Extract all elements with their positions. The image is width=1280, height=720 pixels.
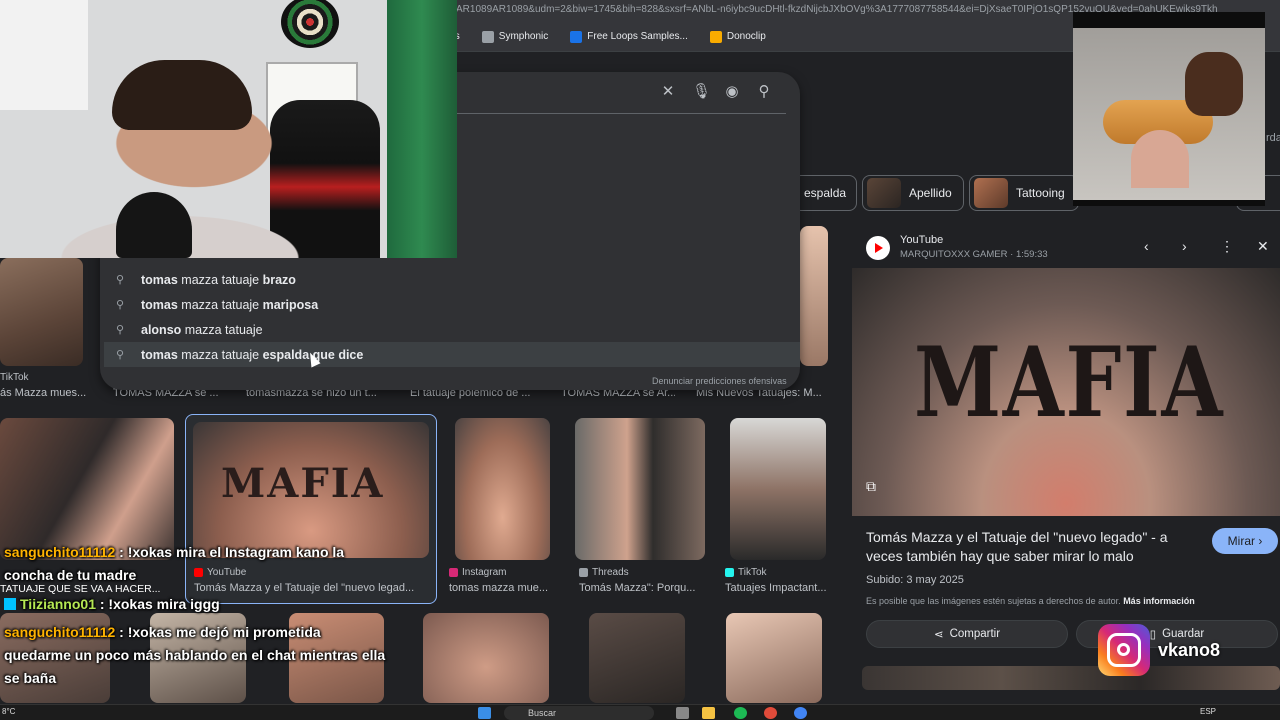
microphone: [116, 192, 192, 258]
next-icon[interactable]: ›: [1182, 238, 1187, 254]
related-strip: [862, 666, 1280, 690]
tattoo-text: MAFIA: [914, 326, 1225, 439]
image-tile[interactable]: [0, 418, 174, 560]
chip-apellido[interactable]: Apellido: [862, 175, 964, 211]
watch-button[interactable]: Mirar ›: [1212, 528, 1278, 554]
chat-message: se baña: [4, 670, 57, 686]
image-tile[interactable]: [589, 613, 685, 703]
panel-title[interactable]: Tomás Mazza y el Tatuaje del "nuevo lega…: [866, 528, 1196, 566]
prev-icon[interactable]: ‹: [1144, 238, 1149, 254]
chat-message: sanguchito11112 : !xokas mira el Instagr…: [4, 544, 345, 560]
image-caption[interactable]: Tomás Mazza": Porqu...: [579, 582, 705, 594]
image-tile[interactable]: MAFIA: [193, 422, 429, 558]
free-loops-icon: [570, 30, 583, 43]
search-icon: ⚲: [116, 274, 125, 286]
dog: [1185, 52, 1243, 116]
close-icon[interactable]: ✕: [1257, 238, 1269, 255]
bookmark-symphonic[interactable]: Symphonic: [481, 30, 548, 43]
instagram-icon: [449, 568, 458, 577]
suggestion-item-highlighted[interactable]: ⚲ tomas mazza tatuaje espalda que dice: [104, 342, 800, 367]
chat-message: sanguchito11112 : !xokas me dejó mi prom…: [4, 624, 321, 640]
windows-start-icon[interactable]: [478, 707, 491, 719]
symphonic-icon: [481, 30, 494, 43]
threads-icon: [579, 568, 588, 577]
image-source: YouTube: [194, 567, 246, 578]
mic-icon[interactable]: 🎙: [692, 82, 711, 100]
app-icon[interactable]: [764, 707, 777, 719]
image-source: Instagram: [449, 567, 506, 578]
search-icon: ⚲: [116, 324, 125, 336]
image-tile[interactable]: [726, 613, 822, 703]
panel-source[interactable]: YouTube: [900, 234, 943, 246]
image-source: TikTok: [725, 567, 767, 578]
search-icon: ⚲: [116, 349, 125, 361]
chat-message: Tiizianno01 : !xokas mira iggg: [4, 596, 220, 612]
bookmark-free-loops[interactable]: Free Loops Samples...: [570, 30, 688, 43]
image-caption[interactable]: Tomás Mazza y el Tatuaje del "nuevo lega…: [194, 582, 430, 594]
image-tile[interactable]: [455, 418, 550, 560]
image-tile[interactable]: [423, 613, 549, 703]
image-tile[interactable]: [730, 418, 826, 560]
chip-thumbnail: [867, 178, 901, 208]
image-source: TikTok: [0, 372, 29, 383]
dog-image-inset: [1073, 12, 1265, 206]
preview-image[interactable]: MAFIA: [852, 268, 1280, 516]
chip-espalda[interactable]: espalda: [793, 175, 857, 211]
rights-notice: Es posible que las imágenes estén sujeta…: [866, 596, 1195, 606]
search-icon: ⚲: [116, 299, 125, 311]
bookmark-donoclip[interactable]: Donoclip: [709, 30, 766, 43]
weather-widget[interactable]: 8°C: [2, 707, 15, 716]
image-caption[interactable]: Tatuajes Impactant...: [725, 582, 829, 594]
suggestion-item[interactable]: ⚲ tomas mazza tatuaje brazo: [104, 267, 800, 292]
lens-icon[interactable]: ⧉: [866, 478, 892, 500]
suggestion-item[interactable]: ⚲ alonso mazza tatuaje: [104, 317, 800, 342]
instagram-handle: vkano8: [1158, 640, 1221, 660]
search-icon[interactable]: ⚲: [756, 82, 772, 100]
upload-date: Subido: 3 may 2025: [866, 574, 964, 586]
task-view-icon[interactable]: [676, 707, 689, 719]
image-tile[interactable]: [0, 258, 83, 366]
bookmark-icon: ▯: [1149, 629, 1157, 641]
chip-thumbnail: [974, 178, 1008, 208]
chrome-icon[interactable]: [794, 707, 807, 719]
close-icon[interactable]: ✕: [660, 82, 676, 100]
taskbar-search[interactable]: Buscar: [504, 706, 654, 720]
suggestion-item[interactable]: ⚲ tomas mazza tatuaje mariposa: [104, 292, 800, 317]
panel-channel-meta: MARQUITOXXX GAMER · 1:59:33: [900, 249, 1048, 260]
image-caption[interactable]: ás Mazza mues...: [0, 387, 95, 399]
youtube-icon: [866, 236, 890, 260]
door: [387, 0, 457, 258]
video-caption-partial: TATUAJE QUE SE VA A HACER...: [0, 583, 161, 595]
more-options-icon[interactable]: ⋮: [1220, 238, 1234, 255]
youtube-icon: [194, 568, 203, 577]
instagram-icon: [1098, 624, 1150, 676]
language-indicator[interactable]: ESP: [1200, 707, 1216, 716]
camera-lens-icon[interactable]: ◉: [724, 82, 740, 100]
hair: [112, 60, 252, 130]
share-button[interactable]: ⋖ Compartir: [866, 620, 1068, 648]
hand: [1131, 130, 1189, 188]
file-explorer-icon[interactable]: [702, 707, 715, 719]
chat-message: quedarme un poco más hablando en el chat…: [4, 647, 386, 663]
tiktok-icon: [725, 568, 734, 577]
edge-label: rda: [1266, 132, 1280, 144]
tattoo-text: MAFIA: [221, 460, 385, 507]
dartboard: [281, 0, 339, 48]
image-caption[interactable]: tomas mazza mue...: [449, 582, 559, 594]
share-icon: ⋖: [933, 629, 944, 641]
search-actions: ✕ 🎙 ◉ ⚲: [660, 82, 772, 100]
image-source: Threads: [579, 567, 629, 578]
chat-badge-icon: [4, 598, 16, 610]
more-info-link[interactable]: Más información: [1123, 596, 1195, 606]
chip-tattooing[interactable]: Tattooing: [969, 175, 1079, 211]
chat-message: concha de tu madre: [4, 567, 137, 583]
image-tile[interactable]: [800, 226, 828, 366]
streamer-webcam: [0, 0, 457, 258]
donoclip-icon: [709, 30, 722, 43]
report-predictions-link[interactable]: Denunciar predicciones ofensivas: [652, 376, 787, 386]
image-tile[interactable]: [575, 418, 705, 560]
spotify-icon[interactable]: [734, 707, 747, 719]
